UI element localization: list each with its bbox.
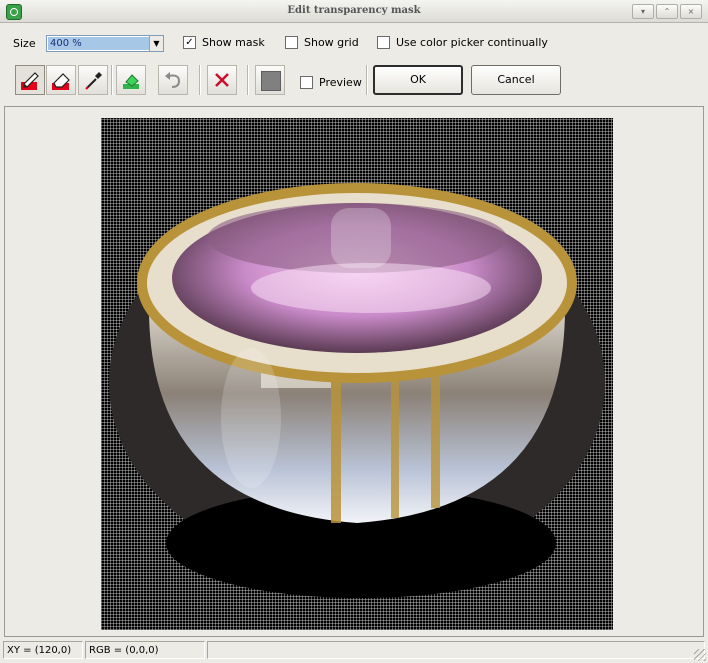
status-spare [207,641,705,659]
pencil-tool-button[interactable] [15,65,45,95]
color-picker-label: Use color picker continually [396,36,548,49]
close-button[interactable]: × [680,4,702,19]
maximize-button[interactable]: ⌃ [656,4,678,19]
toolbar-separator [111,65,113,95]
clear-tool-button[interactable] [207,65,237,95]
menu-button[interactable]: ▾ [632,4,654,19]
cancel-button[interactable]: Cancel [471,65,561,95]
color-picker-checkbox[interactable]: Use color picker continually [377,36,548,49]
show-grid-checkbox[interactable]: Show grid [285,36,359,49]
mask-color-button[interactable] [255,65,285,95]
title-bar: Edit transparency mask ▾ ⌃ × [0,0,708,23]
preview-box[interactable] [300,76,313,89]
mask-color-swatch [261,71,281,91]
size-value: 400 % [48,37,150,50]
eyedropper-icon [85,72,102,90]
preview-checkbox[interactable]: Preview [300,76,362,89]
mask-canvas[interactable] [101,118,613,630]
window-title: Edit transparency mask [287,5,421,16]
toolbar-separator [247,65,249,95]
status-rgb: RGB = (0,0,0) [85,641,205,659]
show-grid-box[interactable] [285,36,298,49]
toolbar-separator [366,65,368,95]
paint-bucket-icon [123,74,139,89]
show-grid-label: Show grid [304,36,359,49]
undo-icon [165,72,181,88]
window-controls: ▾ ⌃ × [630,4,702,19]
options-row: Size 400 % ▼ ✓ Show mask Show grid Use c… [0,30,708,56]
size-label: Size [13,37,36,50]
show-mask-label: Show mask [202,36,265,49]
ok-button[interactable]: OK [373,65,463,95]
undo-tool-button[interactable] [158,65,188,95]
size-dropdown[interactable]: 400 % ▼ [46,35,164,52]
preview-label: Preview [319,76,362,89]
eraser-icon [52,73,70,90]
toolbar: Preview OK Cancel [0,63,708,101]
fill-tool-button[interactable] [116,65,146,95]
status-bar: XY = (120,0) RGB = (0,0,0) [0,641,708,663]
color-picker-box[interactable] [377,36,390,49]
canvas-area[interactable] [4,106,704,637]
status-xy: XY = (120,0) [3,641,83,659]
resize-grip[interactable] [694,649,706,661]
bowl-image [109,183,605,598]
eyedropper-tool-button[interactable] [78,65,108,95]
chevron-down-icon[interactable]: ▼ [149,36,163,51]
eraser-tool-button[interactable] [46,65,76,95]
close-icon [215,73,229,87]
show-mask-checkbox[interactable]: ✓ Show mask [183,36,265,49]
pencil-icon [21,72,39,90]
toolbar-separator [199,65,201,95]
show-mask-box[interactable]: ✓ [183,36,196,49]
